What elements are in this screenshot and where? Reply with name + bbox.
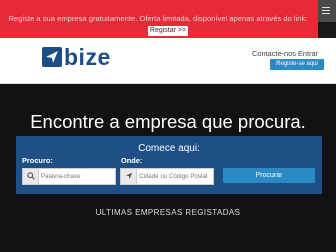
promo-text: Registe a sua empresa gratuitamente. Ofe…: [8, 14, 308, 23]
keyword-field: [22, 168, 116, 185]
hero-headline: Encontre a empresa que procura.: [30, 111, 306, 132]
search-panel-title: Comece aqui:: [138, 143, 200, 154]
register-here-button[interactable]: Registe-se aqui: [270, 59, 324, 70]
logo-text: bize: [64, 44, 111, 70]
location-input[interactable]: [139, 171, 211, 182]
top-bar: Registe a sua empresa gratuitamente. Ofe…: [0, 0, 336, 38]
location-arrow-icon: [121, 169, 137, 184]
nav-contact-link[interactable]: Contacte-nos: [252, 49, 296, 58]
logo-arrow-icon: [42, 47, 62, 67]
keyword-input[interactable]: [41, 171, 113, 182]
hero-section: Encontre a empresa que procura. Comece a…: [0, 84, 336, 252]
what-label: Procuro:: [22, 156, 53, 165]
latest-companies-heading: ULTIMAS EMPRESAS REGISTADAS: [95, 208, 241, 217]
promo-banner: Registe a sua empresa gratuitamente. Ofe…: [0, 0, 318, 38]
search-button[interactable]: Procurar: [223, 168, 315, 183]
search-icon: [23, 169, 39, 184]
promo-register-button[interactable]: Registar >>: [148, 26, 188, 36]
site-header: bize Contacte-nos Entrar Registe-se aqui: [0, 38, 336, 84]
search-panel: Comece aqui: Procuro: Onde: Procurar: [16, 136, 322, 194]
nav-login-link[interactable]: Entrar: [298, 49, 318, 58]
location-field: [120, 168, 214, 185]
hamburger-menu-icon[interactable]: [322, 7, 330, 15]
where-label: Onde:: [121, 156, 143, 165]
site-logo[interactable]: bize: [42, 44, 132, 70]
